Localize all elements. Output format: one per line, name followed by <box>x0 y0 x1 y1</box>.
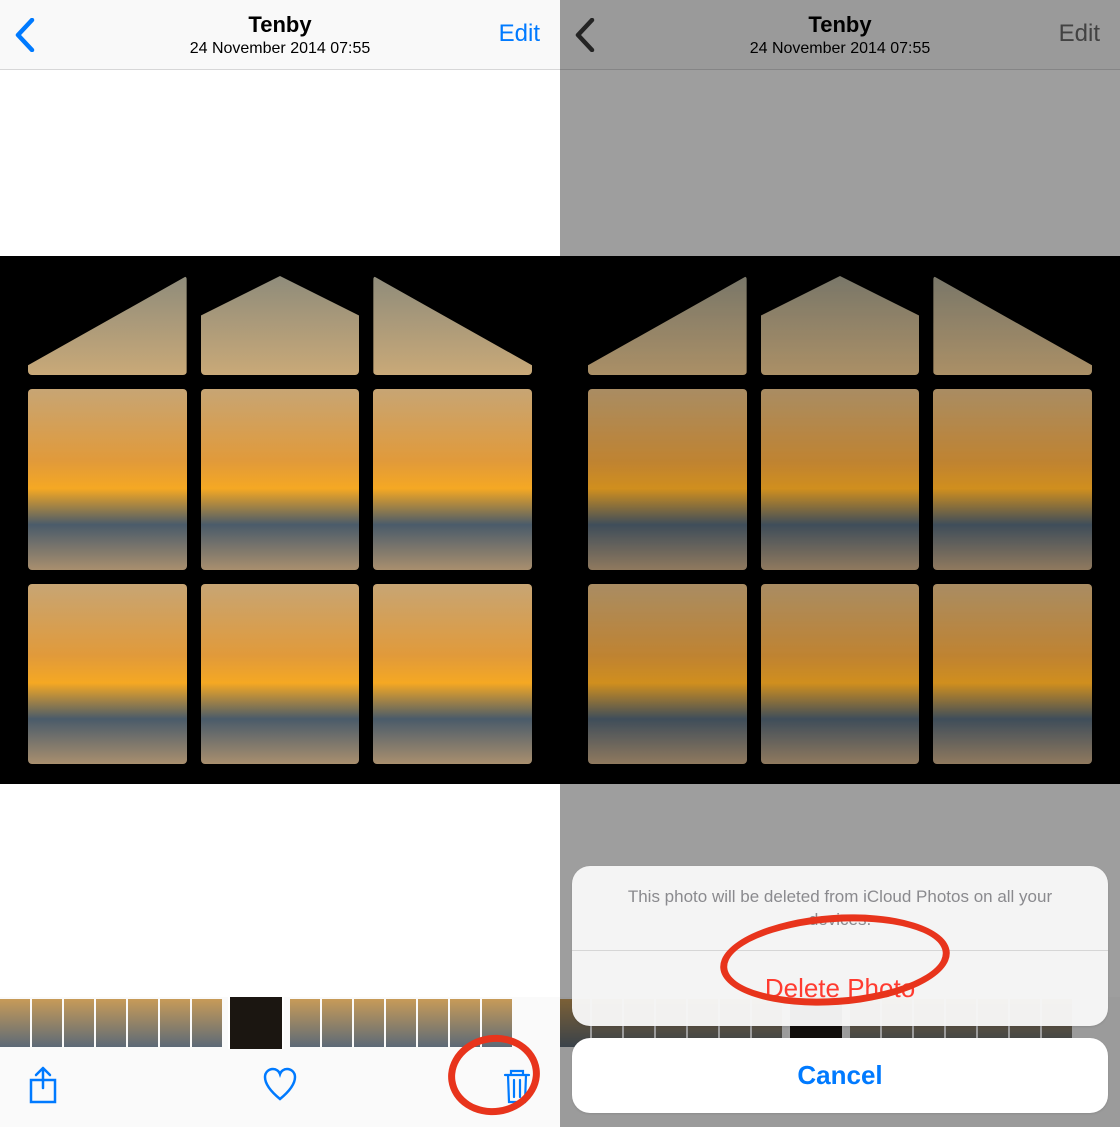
photo-viewer <box>560 256 1120 784</box>
nav-title: Tenby <box>750 12 931 38</box>
cancel-button[interactable]: Cancel <box>572 1038 1108 1113</box>
toolbar <box>0 1049 560 1127</box>
thumbnail-strip[interactable] <box>0 997 560 1049</box>
nav-bar: Tenby 24 November 2014 07:55 Edit <box>560 0 1120 70</box>
favorite-button[interactable] <box>263 1066 297 1111</box>
heart-icon <box>263 1066 297 1106</box>
nav-subtitle: 24 November 2014 07:55 <box>750 40 931 58</box>
nav-title: Tenby <box>190 12 371 38</box>
delete-photo-button[interactable]: Delete Photo <box>572 951 1108 1026</box>
spacer <box>560 70 1120 256</box>
edit-button[interactable]: Edit <box>499 20 540 48</box>
action-sheet-message: This photo will be deleted from iCloud P… <box>572 866 1108 951</box>
thumbnail-current[interactable] <box>230 997 282 1049</box>
delete-button[interactable] <box>500 1066 534 1111</box>
photo-viewer[interactable] <box>0 256 560 784</box>
screen-delete-confirm: Tenby 24 November 2014 07:55 Edit <box>560 0 1120 1127</box>
screen-photo-detail: Tenby 24 November 2014 07:55 Edit <box>0 0 560 1127</box>
share-icon <box>26 1066 60 1106</box>
back-button[interactable] <box>14 18 38 57</box>
action-sheet: This photo will be deleted from iCloud P… <box>572 866 1108 1113</box>
nav-bar: Tenby 24 November 2014 07:55 Edit <box>0 0 560 70</box>
chevron-left-icon <box>574 18 598 52</box>
edit-button: Edit <box>1059 20 1100 48</box>
nav-subtitle: 24 November 2014 07:55 <box>190 40 371 58</box>
trash-icon <box>500 1066 534 1106</box>
spacer <box>0 70 560 256</box>
back-button <box>574 18 598 57</box>
chevron-left-icon <box>14 18 38 52</box>
share-button[interactable] <box>26 1066 60 1111</box>
spacer <box>0 784 560 997</box>
